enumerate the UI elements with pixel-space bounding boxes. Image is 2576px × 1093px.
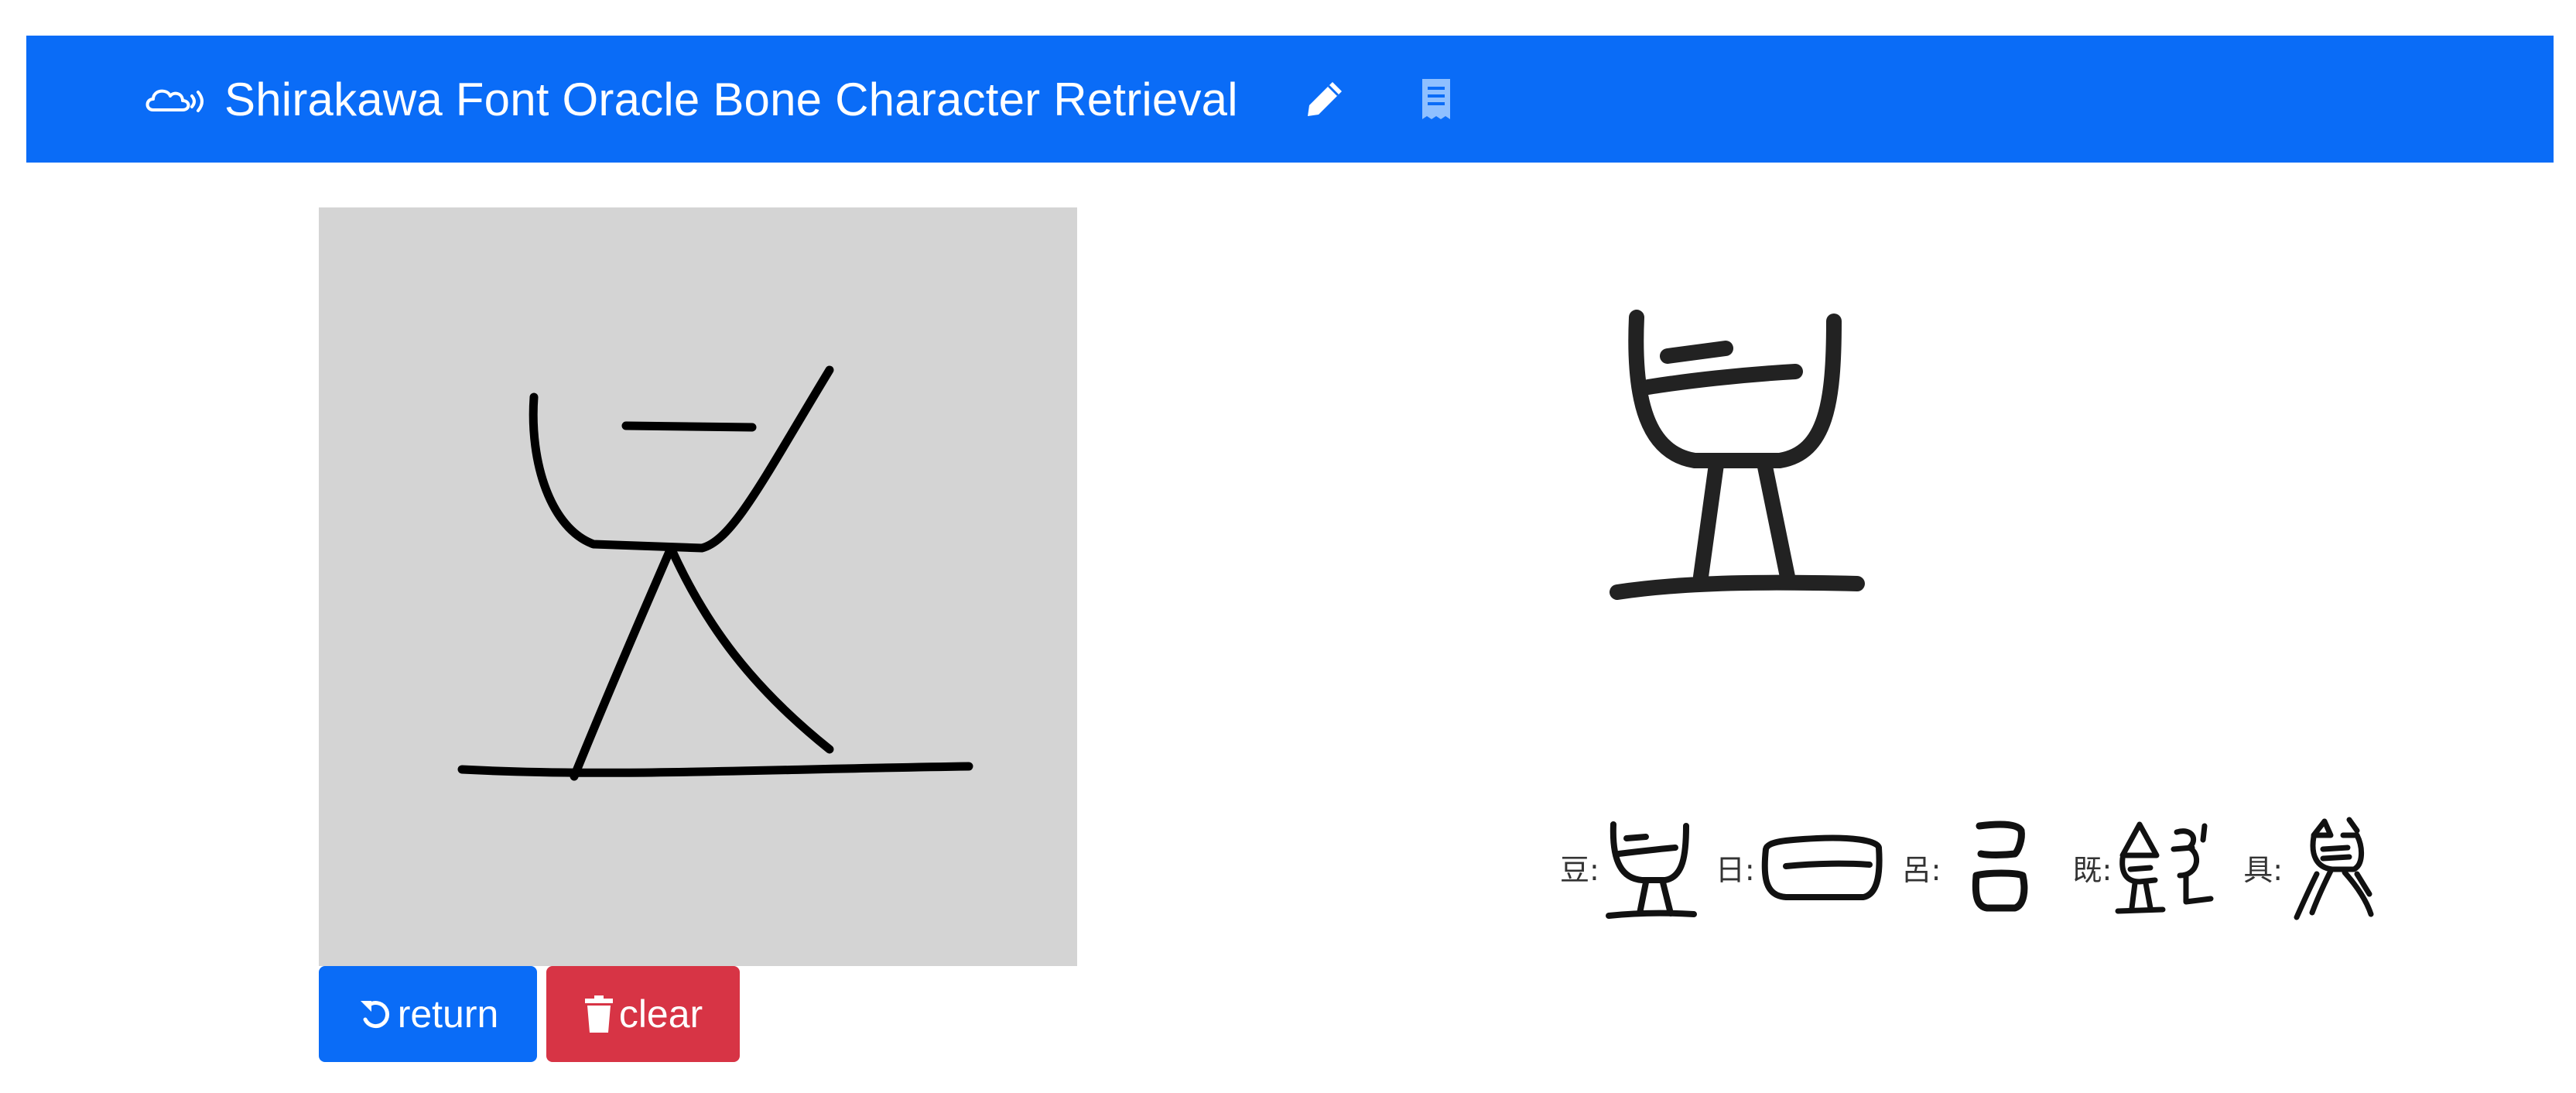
candidate-item[interactable]: 呂: — [1902, 809, 2058, 925]
app-title: Shirakawa Font Oracle Bone Character Ret… — [224, 73, 1238, 125]
oracle-glyph-ri-icon — [1761, 834, 1883, 900]
pencil-icon[interactable] — [1303, 77, 1346, 121]
receipt-icon[interactable] — [1419, 77, 1453, 121]
clear-label: clear — [618, 992, 703, 1036]
trash-icon — [584, 995, 613, 1033]
oracle-glyph-lv-icon — [1972, 821, 2028, 912]
candidate-list: 豆: 日: 呂: 既: 具: — [1560, 805, 2512, 929]
oracle-glyph-ji-icon — [2115, 821, 2214, 914]
navbar-brand[interactable]: Shirakawa Font Oracle Bone Character Ret… — [142, 36, 1238, 163]
drawing-canvas[interactable] — [319, 207, 1077, 966]
candidate-label: 豆: — [1560, 852, 1599, 887]
clear-button[interactable]: clear — [546, 966, 740, 1062]
candidate-label: 既: — [2072, 852, 2112, 887]
return-label: return — [397, 992, 499, 1036]
cloud-signal-icon — [145, 89, 204, 112]
return-button[interactable]: return — [319, 966, 537, 1062]
candidate-label: 具: — [2243, 852, 2284, 887]
undo-icon — [360, 1001, 389, 1028]
handwritten-strokes — [457, 365, 973, 781]
candidate-item[interactable]: 具: — [2243, 809, 2383, 925]
candidate-item[interactable]: 日: — [1716, 809, 1887, 925]
oracle-glyph-ju-icon — [2294, 817, 2374, 920]
navbar: Shirakawa Font Oracle Bone Character Ret… — [26, 36, 2554, 163]
candidate-label: 呂: — [1901, 852, 1941, 887]
recognized-character — [1602, 294, 1880, 619]
candidate-item[interactable]: 既: — [2072, 809, 2228, 925]
candidate-item[interactable]: 豆: — [1560, 809, 1700, 925]
candidate-label: 日: — [1715, 852, 1755, 887]
oracle-glyph-dou-icon — [1610, 310, 1865, 600]
oracle-glyph-dou-icon — [1605, 821, 1697, 919]
